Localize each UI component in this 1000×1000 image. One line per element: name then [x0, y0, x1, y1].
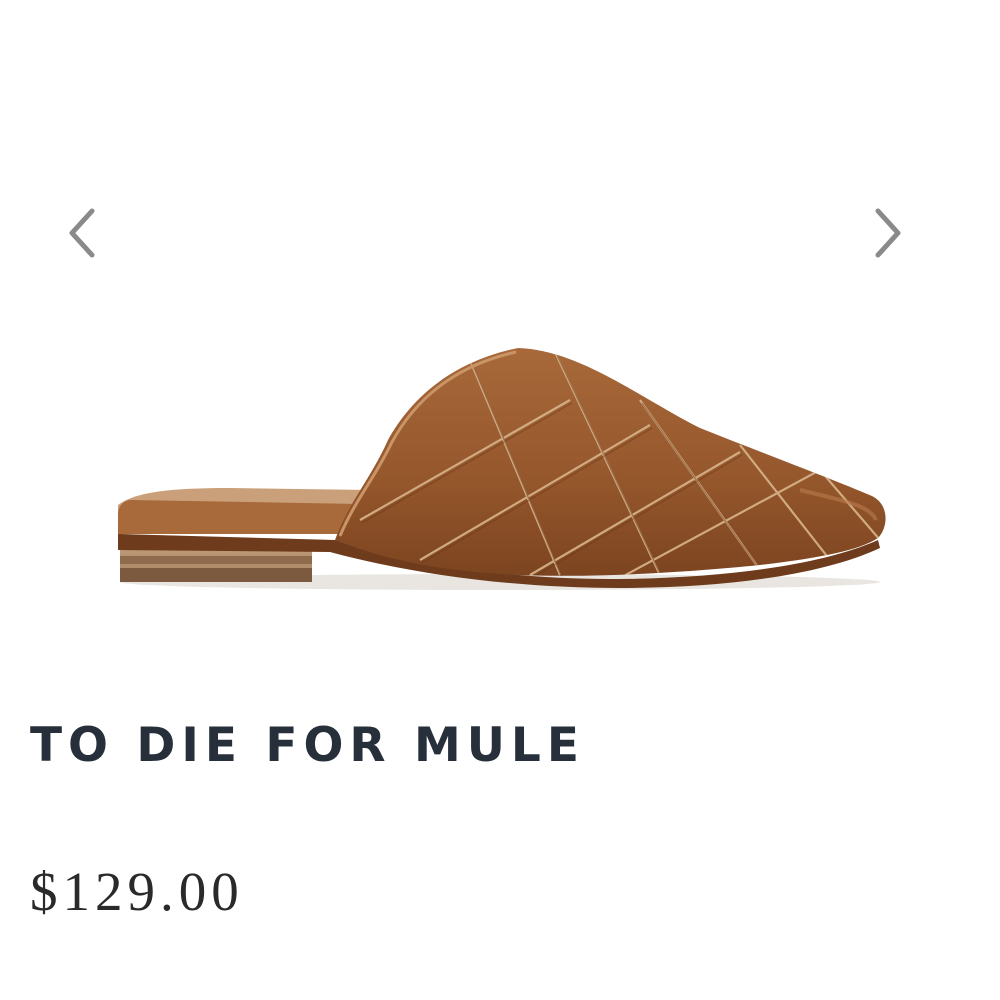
chevron-left-icon	[69, 208, 95, 258]
product-price: $129.00	[30, 861, 244, 922]
next-image-button[interactable]	[866, 200, 910, 266]
product-image	[118, 348, 886, 590]
product-card: TO DIE FOR MULE $129.00	[0, 0, 1000, 1000]
product-gallery	[0, 0, 1000, 660]
previous-image-button[interactable]	[60, 200, 104, 266]
chevron-right-icon	[875, 208, 901, 258]
product-title: TO DIE FOR MULE	[30, 718, 585, 773]
